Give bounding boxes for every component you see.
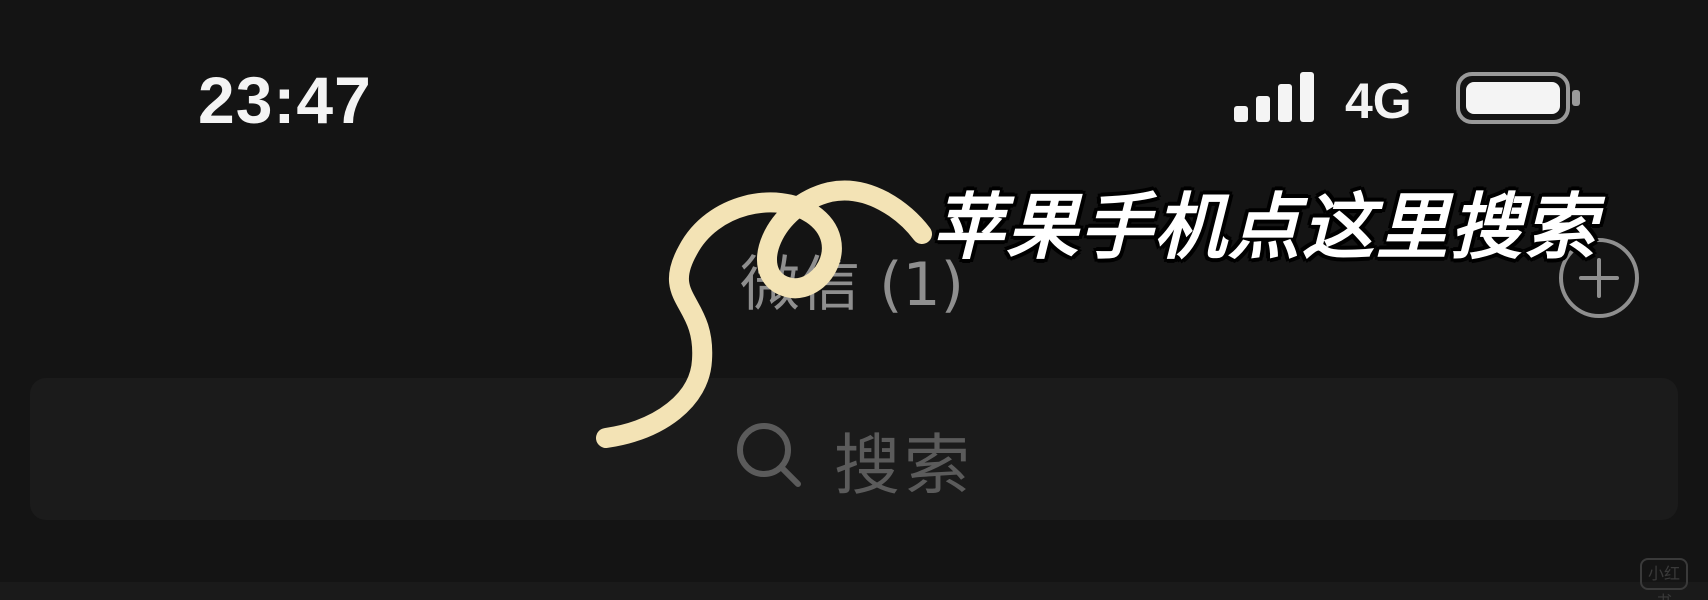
- search-placeholder[interactable]: 搜索: [834, 412, 974, 508]
- wechat-screen: 23:47 4G 微信 (1) 搜索 苹果手机点这里搜索 小红书: [0, 0, 1708, 600]
- watermark-logo: 小红书: [1640, 558, 1688, 600]
- search-icon: [737, 423, 801, 487]
- status-time: 23:47: [198, 63, 372, 137]
- signal-bars-icon: [1234, 72, 1314, 122]
- network-label: 4G: [1345, 73, 1412, 129]
- bottom-divider: [0, 582, 1708, 600]
- annotation-text: 苹果手机点这里搜索: [932, 185, 1599, 269]
- nav-title: 微信 (1): [740, 250, 965, 320]
- battery-icon: [1456, 72, 1580, 124]
